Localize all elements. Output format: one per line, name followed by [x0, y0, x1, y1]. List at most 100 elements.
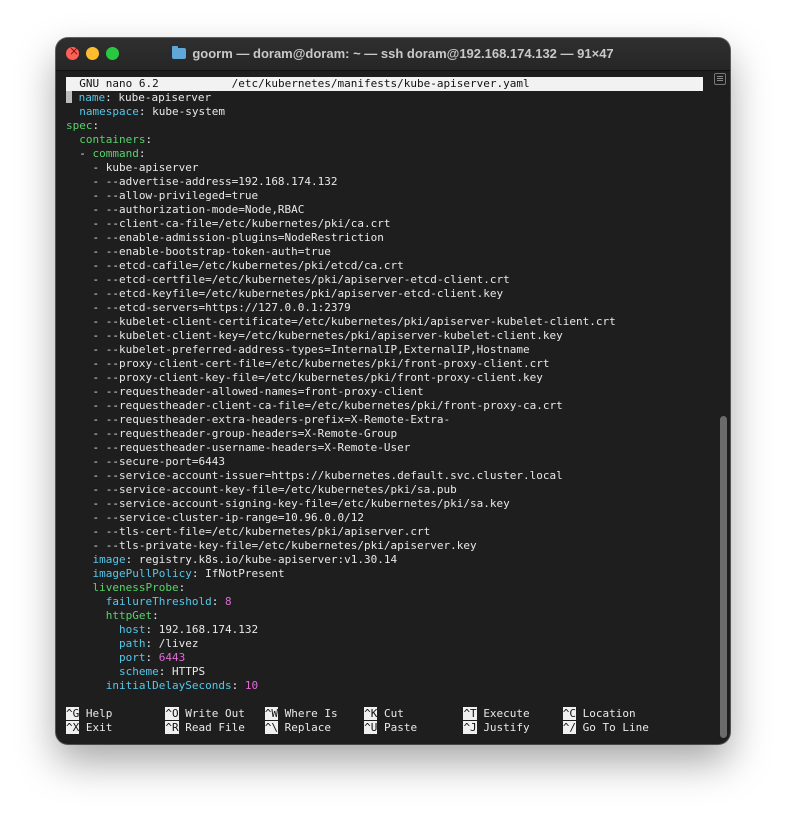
command-item: - --kubelet-client-certificate=/etc/kube… — [66, 315, 616, 328]
shortcut-key[interactable]: ^X — [66, 721, 80, 734]
command-item: - --proxy-client-cert-file=/etc/kubernet… — [66, 357, 550, 370]
command-item-text: --requestheader-group-headers=X-Remote-G… — [105, 427, 398, 440]
command-item-text: --requestheader-allowed-names=front-prox… — [105, 385, 424, 398]
yaml-line-host: host: 192.168.174.132 — [118, 623, 259, 636]
shortcut-label[interactable]: Justify — [483, 721, 529, 734]
shortcut-label[interactable]: Exit — [86, 721, 113, 734]
command-item-text: --proxy-client-key-file=/etc/kubernetes/… — [105, 371, 543, 384]
command-item-text: --etcd-cafile=/etc/kubernetes/pki/etcd/c… — [105, 259, 404, 272]
shortcut-label[interactable]: Go To Line — [583, 721, 649, 734]
shortcut-key[interactable]: ^T — [463, 707, 477, 720]
command-item: - --etcd-cafile=/etc/kubernetes/pki/etcd… — [66, 259, 404, 272]
shortcut-key[interactable]: ^R — [165, 721, 179, 734]
command-item-text: --authorization-mode=Node,RBAC — [105, 203, 305, 216]
shortcut-key[interactable]: ^G — [66, 707, 80, 720]
command-item-text: --requestheader-client-ca-file=/etc/kube… — [105, 399, 563, 412]
shortcut-key[interactable]: ^C — [562, 707, 577, 720]
shortcut-spacer — [530, 721, 563, 734]
command-item-text: --kubelet-client-key=/etc/kubernetes/pki… — [105, 329, 563, 342]
yaml-line-containers: containers: — [79, 133, 153, 146]
scrollbar-menu-icon[interactable] — [714, 73, 726, 85]
shortcut-label[interactable]: Read File — [185, 721, 245, 734]
command-item-text: --etcd-keyfile=/etc/kubernetes/pki/apise… — [105, 287, 504, 300]
command-item: - --client-ca-file=/etc/kubernetes/pki/c… — [66, 217, 391, 230]
nano-filename: /etc/kubernetes/manifests/kube-apiserver… — [231, 77, 530, 90]
shortcut-key[interactable]: ^O — [165, 707, 179, 720]
yaml-line-name: name: kube-apiserver — [66, 91, 706, 105]
yaml-value: IfNotPresent — [205, 567, 285, 580]
shortcut-key[interactable]: ^U — [364, 721, 378, 734]
yaml-line-image: image: registry.k8s.io/kube-apiserver:v1… — [92, 553, 398, 566]
command-item-text: --enable-bootstrap-token-auth=true — [105, 245, 331, 258]
yaml-value: 8 — [224, 595, 232, 608]
yaml-line-path: path: /livez — [118, 637, 199, 650]
shortcut-label[interactable]: Help — [86, 707, 113, 720]
yaml-line-liveness: livenessProbe: — [92, 581, 186, 594]
shortcut-label[interactable]: Cut — [384, 707, 404, 720]
command-item-text: --advertise-address=192.168.174.132 — [105, 175, 338, 188]
yaml-value: kube-system — [152, 105, 225, 118]
shortcut-key[interactable]: ^K — [364, 707, 378, 720]
yaml-key: spec — [66, 119, 93, 132]
yaml-key: scheme — [118, 665, 159, 678]
shortcut-label[interactable]: Location — [583, 707, 636, 720]
command-item: - --requestheader-allowed-names=front-pr… — [66, 385, 424, 398]
command-item-text: --requestheader-extra-headers-prefix=X-R… — [105, 413, 451, 426]
command-item: - --service-account-key-file=/etc/kubern… — [66, 483, 457, 496]
scrollbar-thumb[interactable] — [720, 416, 727, 738]
command-item-text: --enable-admission-plugins=NodeRestricti… — [105, 231, 384, 244]
shortcut-spacer — [112, 707, 165, 720]
window-title-text: goorm — doram@doram: ~ — ssh doram@192.1… — [192, 46, 614, 61]
command-item: - --proxy-client-key-file=/etc/kubernete… — [66, 371, 543, 384]
command-item: - --kubelet-preferred-address-types=Inte… — [66, 343, 530, 356]
nano-version: GNU nano 6.2 — [79, 77, 159, 90]
yaml-line-initial-delay: initialDelaySeconds: 10 — [105, 679, 259, 692]
shortcut-key[interactable]: ^\ — [264, 721, 278, 734]
yaml-value: 10 — [244, 679, 259, 692]
shortcut-spacer — [245, 707, 265, 720]
command-item-text: --proxy-client-cert-file=/etc/kubernetes… — [105, 357, 550, 370]
yaml-key: containers — [79, 133, 146, 146]
shortcut-spacer — [245, 721, 265, 734]
yaml-value: HTTPS — [171, 665, 206, 678]
yaml-line-spec: spec: — [66, 119, 100, 132]
shortcut-key[interactable]: ^W — [264, 707, 278, 720]
command-item: - --service-cluster-ip-range=10.96.0.0/1… — [66, 511, 365, 524]
shortcut-spacer — [112, 721, 165, 734]
shortcut-key[interactable]: ^J — [463, 721, 477, 734]
yaml-key: command — [92, 147, 139, 160]
command-item: - --advertise-address=192.168.174.132 — [66, 175, 338, 188]
window-title: goorm — doram@doram: ~ — ssh doram@192.1… — [56, 46, 730, 61]
nano-editor[interactable]: GNU nano 6.2 /etc/kubernetes/manifests/k… — [66, 77, 706, 735]
command-item: - --authorization-mode=Node,RBAC — [66, 203, 305, 216]
yaml-line-command: - command: — [66, 147, 146, 160]
command-item: - --enable-admission-plugins=NodeRestric… — [66, 231, 384, 244]
yaml-key: path — [118, 637, 146, 650]
shortcut-key[interactable]: ^/ — [562, 721, 577, 734]
yaml-value: /livez — [158, 637, 199, 650]
command-item: - --tls-private-key-file=/etc/kubernetes… — [66, 539, 477, 552]
shortcut-label[interactable]: Paste — [384, 721, 417, 734]
command-item-text: --secure-port=6443 — [105, 455, 225, 468]
text-cursor — [66, 91, 72, 103]
title-bar: goorm — doram@doram: ~ — ssh doram@192.1… — [56, 38, 730, 71]
command-item-text: --service-account-key-file=/etc/kubernet… — [105, 483, 457, 496]
shortcut-label[interactable]: Write Out — [185, 707, 245, 720]
command-item: - --service-account-issuer=https://kuber… — [66, 469, 563, 482]
yaml-key: image — [92, 553, 126, 566]
shortcut-label[interactable]: Execute — [483, 707, 529, 720]
command-item-text: --service-account-signing-key-file=/etc/… — [105, 497, 510, 510]
command-item-text: --kubelet-preferred-address-types=Intern… — [105, 343, 530, 356]
yaml-key: name — [78, 91, 106, 104]
command-item: - --allow-privileged=true — [66, 189, 259, 202]
yaml-key: livenessProbe — [92, 581, 179, 594]
shortcut-label[interactable]: Where Is — [285, 707, 338, 720]
command-item-text: --etcd-certfile=/etc/kubernetes/pki/apis… — [105, 273, 510, 286]
shortcut-label[interactable]: Replace — [285, 721, 331, 734]
command-item-text: --kubelet-client-certificate=/etc/kubern… — [105, 315, 616, 328]
command-item-text: --tls-cert-file=/etc/kubernetes/pki/apis… — [105, 525, 431, 538]
command-item-text: --etcd-servers=https://127.0.0.1:2379 — [105, 301, 351, 314]
shortcut-row-2: ^X Exit ^R Read File ^\ Replace ^U Paste… — [66, 721, 706, 735]
yaml-value: kube-apiserver — [118, 91, 212, 104]
command-item-text: --service-cluster-ip-range=10.96.0.0/12 — [105, 511, 365, 524]
